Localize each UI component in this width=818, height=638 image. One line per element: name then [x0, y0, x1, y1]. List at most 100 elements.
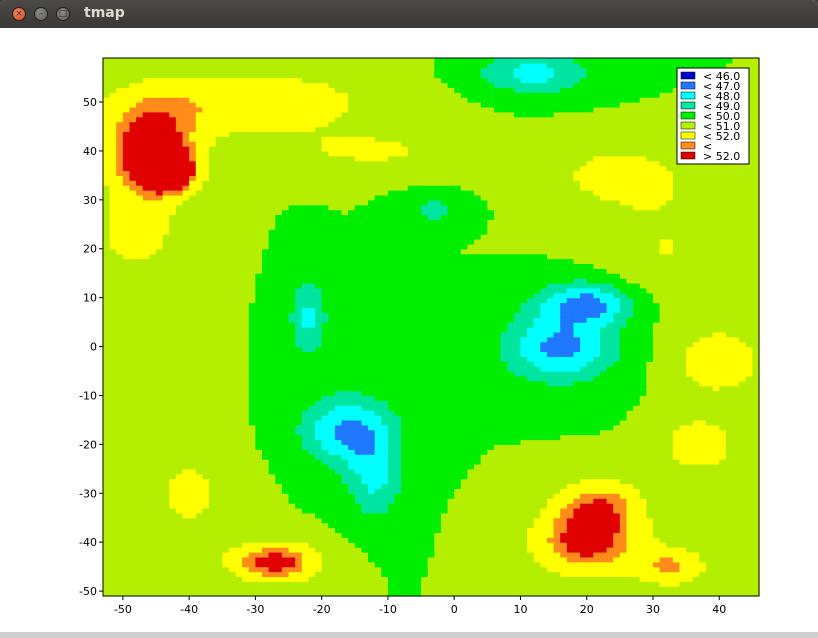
heatmap-cell — [202, 150, 210, 157]
heatmap-cell — [122, 253, 131, 260]
heatmap-cell — [175, 258, 184, 265]
heatmap-cell — [381, 238, 389, 245]
heatmap-cell — [394, 488, 402, 494]
heatmap-cell — [328, 419, 336, 426]
heatmap-cell — [248, 341, 257, 348]
heatmap-cell — [116, 454, 124, 460]
heatmap-cell — [116, 160, 124, 167]
heatmap-cell — [321, 258, 329, 265]
heatmap-cell — [129, 517, 137, 524]
heatmap-cell — [149, 410, 157, 416]
heatmap-cell — [368, 459, 376, 465]
heatmap-cell — [109, 478, 117, 485]
heatmap-cell — [169, 72, 177, 79]
heatmap-cell — [195, 361, 203, 367]
heatmap-cell — [341, 106, 349, 113]
minimize-button[interactable]: – — [34, 7, 48, 21]
heatmap-cell — [281, 498, 290, 504]
heatmap-cell — [149, 459, 157, 465]
heatmap-cell — [348, 517, 356, 524]
heatmap-cell — [268, 371, 276, 377]
heatmap-cell — [182, 121, 190, 128]
heatmap-cell — [315, 454, 323, 460]
heatmap-cell — [321, 400, 329, 406]
heatmap-cell — [401, 512, 409, 519]
heatmap-cell — [109, 390, 117, 397]
heatmap-cell — [334, 238, 343, 245]
heatmap-cell — [149, 527, 157, 534]
heatmap-cell — [156, 273, 164, 279]
heatmap-cell — [354, 566, 363, 573]
heatmap-cell — [361, 341, 369, 348]
heatmap-cell — [328, 194, 336, 201]
heatmap-cell — [109, 576, 117, 582]
heatmap-cell — [295, 405, 303, 411]
heatmap-cell — [116, 576, 124, 582]
heatmap-cell — [288, 380, 296, 387]
heatmap-cell — [268, 92, 276, 98]
heatmap-cell — [295, 419, 303, 426]
heatmap-cell — [281, 194, 290, 201]
heatmap-cell — [315, 155, 323, 162]
heatmap-cell — [394, 243, 402, 250]
heatmap-cell — [308, 327, 316, 333]
heatmap-cell — [228, 503, 237, 509]
heatmap-cell — [394, 121, 402, 128]
heatmap-cell — [374, 287, 382, 294]
heatmap-cell — [129, 82, 137, 88]
heatmap-cell — [109, 385, 117, 392]
heatmap-cell — [109, 322, 117, 328]
heatmap-cell — [275, 327, 283, 333]
close-button[interactable]: × — [12, 7, 26, 21]
heatmap-cell — [328, 527, 336, 534]
heatmap-cell — [354, 248, 363, 255]
heatmap-cell — [268, 400, 276, 406]
heatmap-cell — [328, 371, 336, 377]
heatmap-cell — [354, 87, 363, 93]
heatmap-cell — [268, 111, 276, 118]
heatmap-cell — [341, 302, 349, 309]
heatmap-cell — [228, 214, 237, 220]
title-bar[interactable]: × – □ tmap — [0, 0, 818, 28]
heatmap-cell — [381, 87, 389, 93]
heatmap-cell — [129, 449, 137, 455]
heatmap-cell — [315, 507, 323, 514]
heatmap-cell — [116, 366, 124, 372]
heatmap-cell — [374, 542, 382, 548]
heatmap-cell — [288, 82, 296, 88]
heatmap-cell — [202, 268, 210, 274]
heatmap-cell — [255, 395, 263, 401]
heatmap-cell — [255, 297, 263, 304]
heatmap-cell — [321, 243, 329, 250]
heatmap-cell — [209, 248, 217, 255]
heatmap-cell — [268, 439, 276, 445]
heatmap-cell — [348, 180, 356, 186]
heatmap-cell — [301, 551, 310, 558]
heatmap-cell — [175, 199, 184, 206]
maximize-button[interactable]: □ — [56, 7, 70, 21]
heatmap-cell — [116, 361, 124, 367]
heatmap-cell — [268, 175, 276, 181]
heatmap-cell — [374, 67, 382, 74]
heatmap-cell — [222, 199, 230, 206]
heatmap-cell — [116, 351, 124, 357]
heatmap-cell — [308, 351, 316, 357]
heatmap-cell — [242, 463, 250, 470]
heatmap-cell — [268, 87, 276, 93]
heatmap-cell — [301, 273, 310, 279]
heatmap-cell — [387, 468, 396, 475]
heatmap-cell — [175, 327, 184, 333]
heatmap-cell — [301, 292, 310, 299]
heatmap-cell — [275, 527, 283, 534]
heatmap-cell — [169, 87, 177, 93]
heatmap-cell — [202, 82, 210, 88]
heatmap-cell — [401, 561, 409, 568]
heatmap-cell — [162, 67, 170, 74]
heatmap-cell — [215, 434, 223, 441]
heatmap-cell — [295, 67, 303, 74]
heatmap-cell — [195, 116, 203, 123]
heatmap-cell — [122, 287, 131, 294]
heatmap-cell — [255, 229, 263, 235]
heatmap-cell — [182, 454, 190, 460]
heatmap-cell — [182, 180, 190, 186]
